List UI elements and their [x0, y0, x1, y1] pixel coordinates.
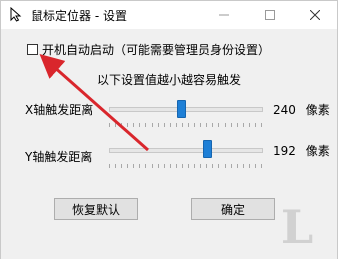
x-trigger-tick [163, 123, 165, 127]
x-trigger-tick [181, 123, 183, 127]
confirm-button[interactable]: 确定 [191, 198, 275, 220]
x-trigger-tick [218, 123, 220, 127]
y-trigger-tick [224, 164, 226, 168]
x-trigger-tick [169, 123, 171, 127]
title-bar[interactable]: 鼠标定位器 - 设置 [1, 1, 337, 29]
x-trigger-tick [236, 123, 238, 127]
x-trigger-tick [200, 123, 202, 127]
x-trigger-tick [242, 123, 244, 127]
x-trigger-tick [145, 123, 147, 127]
restore-default-button[interactable]: 恢复默认 [54, 198, 138, 220]
y-trigger-tick [115, 164, 117, 168]
y-trigger-tick [133, 164, 135, 168]
y-trigger-tick [157, 164, 159, 168]
autostart-checkbox[interactable] [27, 44, 38, 55]
x-trigger-ticks [109, 123, 263, 128]
y-trigger-tick [236, 164, 238, 168]
x-trigger-thumb[interactable] [177, 100, 187, 118]
sensitivity-hint: 以下设置值越小越容易触发 [96, 73, 241, 87]
x-trigger-tick [139, 123, 141, 127]
settings-window: 鼠标定位器 - 设置 开机自动启动（可能需要管理员身份设置） 以下设置值越小越容… [0, 0, 338, 259]
x-trigger-tick [206, 123, 208, 127]
minimize-button[interactable] [201, 1, 247, 29]
y-trigger-tick [212, 164, 214, 168]
y-trigger-unit: 像素 [305, 144, 330, 158]
autostart-label: 开机自动启动（可能需要管理员身份设置） [42, 43, 271, 57]
y-trigger-track[interactable] [109, 148, 263, 153]
y-trigger-tick [230, 164, 232, 168]
maximize-icon [265, 10, 275, 20]
x-trigger-tick [212, 123, 214, 127]
x-trigger-tick [175, 123, 177, 127]
y-trigger-tick [127, 164, 129, 168]
x-trigger-tick [157, 123, 159, 127]
y-trigger-tick [261, 164, 262, 168]
close-icon [310, 10, 320, 20]
x-trigger-tick [261, 123, 262, 127]
y-trigger-tick [175, 164, 177, 168]
y-trigger-tick [121, 164, 123, 168]
x-trigger-tick [254, 123, 256, 127]
y-trigger-number: 192 [273, 144, 296, 158]
y-trigger-tick [242, 164, 244, 168]
x-trigger-label: X轴触发距离 [25, 103, 94, 117]
x-trigger-tick [151, 123, 153, 127]
cursor-arrow-icon [10, 7, 22, 22]
x-trigger-tick [109, 123, 110, 127]
x-trigger-unit: 像素 [305, 103, 330, 117]
minimize-icon [219, 14, 229, 16]
y-trigger-tick [218, 164, 220, 168]
y-trigger-ticks [109, 164, 263, 169]
x-trigger-tick [188, 123, 190, 127]
y-trigger-tick [163, 164, 165, 168]
y-trigger-tick [139, 164, 141, 168]
y-trigger-tick [200, 164, 202, 168]
y-trigger-tick [181, 164, 183, 168]
x-trigger-tick [194, 123, 196, 127]
y-trigger-label: Y轴触发距离 [25, 150, 93, 164]
autostart-option[interactable]: 开机自动启动（可能需要管理员身份设置） [27, 41, 270, 58]
x-trigger-tick [133, 123, 135, 127]
y-trigger-tick [169, 164, 171, 168]
x-trigger-tick [230, 123, 232, 127]
x-trigger-tick [115, 123, 117, 127]
x-trigger-number: 240 [273, 103, 296, 117]
y-trigger-tick [151, 164, 153, 168]
y-trigger-tick [206, 164, 208, 168]
maximize-button[interactable] [247, 1, 293, 29]
close-button[interactable] [292, 1, 338, 29]
watermark-logo: L [280, 200, 314, 254]
y-trigger-value: 192 像素 [273, 142, 330, 159]
y-trigger-thumb[interactable] [203, 140, 213, 158]
y-trigger-tick [248, 164, 250, 168]
x-trigger-tick [127, 123, 129, 127]
y-trigger-tick [188, 164, 190, 168]
x-trigger-tick [224, 123, 226, 127]
window-title: 鼠标定位器 - 设置 [31, 9, 127, 23]
x-trigger-value: 240 像素 [273, 101, 330, 118]
x-trigger-tick [248, 123, 250, 127]
y-trigger-tick [145, 164, 147, 168]
y-trigger-tick [194, 164, 196, 168]
y-trigger-tick [109, 164, 110, 168]
y-trigger-tick [254, 164, 256, 168]
x-trigger-tick [121, 123, 123, 127]
